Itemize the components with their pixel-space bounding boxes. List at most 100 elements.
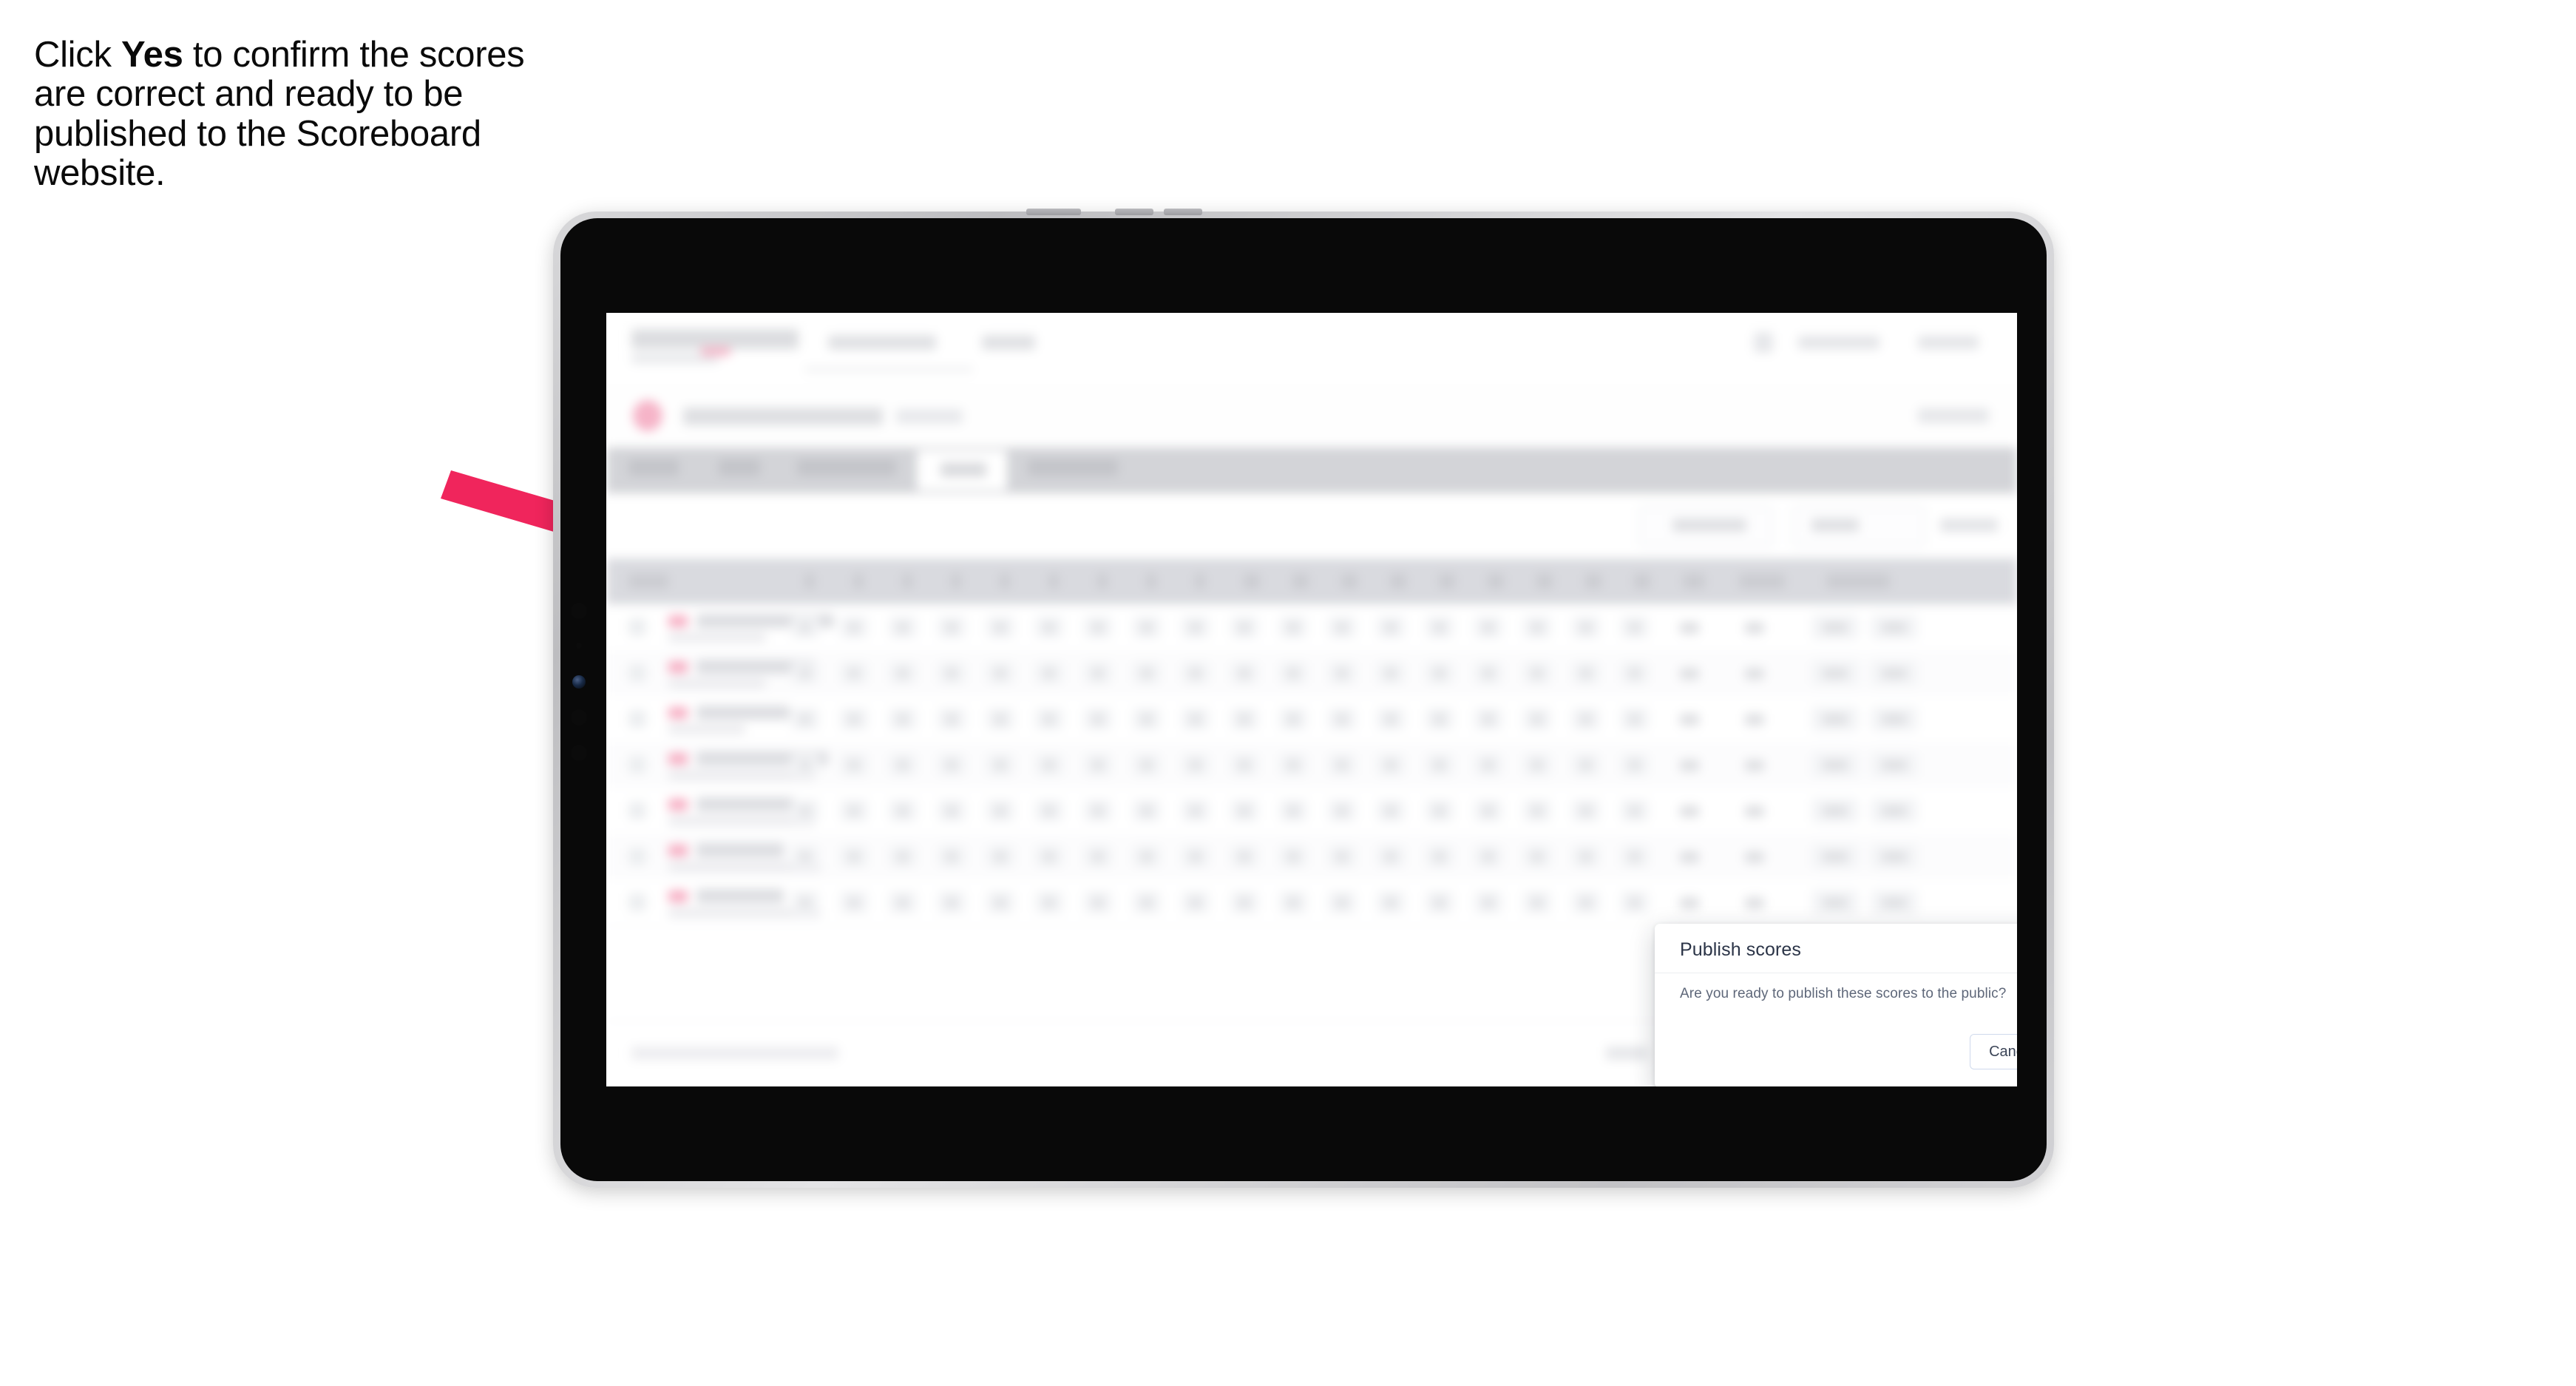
column-player (628, 574, 668, 589)
row-checkbox[interactable] (628, 893, 646, 911)
nav-item-sign-out[interactable] (1918, 336, 1979, 349)
tab-results-label (940, 462, 986, 477)
tab-details[interactable] (628, 459, 679, 476)
publish-scores-dialog: Publish scores ✕ Are you ready to publis… (1655, 924, 2017, 1086)
player-team (668, 678, 766, 689)
column-12 (1341, 574, 1358, 589)
row-total (1745, 668, 1764, 680)
mic-dot (571, 709, 587, 726)
event-bar (606, 384, 2017, 447)
table-row[interactable] (606, 834, 2017, 880)
player-name (696, 706, 790, 720)
player-name (696, 797, 794, 811)
mic-dot-2 (571, 745, 587, 761)
nav-item-tools[interactable] (982, 335, 1035, 350)
nav-item-scoreboard[interactable] (828, 335, 936, 350)
row-out (1680, 622, 1699, 634)
row-total (1745, 805, 1764, 817)
filter-bar (606, 493, 2017, 558)
column-16 (1536, 574, 1553, 589)
logo-accent (701, 347, 731, 356)
power-button (1026, 209, 1081, 215)
instruction-text: Click Yes to confirm the scores are corr… (34, 35, 552, 194)
event-badge (896, 409, 963, 424)
column-8 (1146, 574, 1156, 589)
table-row[interactable] (606, 788, 2017, 834)
column-1 (804, 574, 815, 589)
tablet-bezel: Publish scores ✕ Are you ready to publis… (560, 218, 2047, 1181)
table-row[interactable] (606, 696, 2017, 743)
column-status (1826, 574, 1890, 589)
player-name (696, 843, 784, 857)
table-header (606, 558, 2017, 604)
flag-icon (668, 845, 688, 856)
table-row[interactable] (606, 604, 2017, 651)
player-name (696, 889, 784, 903)
instruction-part-1: Click (34, 35, 121, 75)
tab-draw[interactable] (719, 459, 760, 476)
event-logo (633, 400, 662, 431)
volume-down-button (1164, 209, 1202, 215)
column-out (1683, 574, 1705, 589)
table-row[interactable] (606, 742, 2017, 788)
app-logo (631, 329, 799, 363)
column-total (1739, 574, 1785, 589)
row-checkbox[interactable] (628, 664, 646, 682)
flag-icon (668, 615, 688, 627)
table-row[interactable] (606, 650, 2017, 697)
column-15 (1488, 574, 1504, 589)
column-2 (853, 574, 864, 589)
row-checkbox[interactable] (628, 618, 646, 636)
row-out (1680, 714, 1699, 726)
nav-item-my-profile[interactable] (1798, 336, 1880, 349)
row-out (1680, 805, 1699, 817)
row-checkbox[interactable] (628, 756, 646, 774)
row-checkbox[interactable] (628, 802, 646, 819)
speaker-dot (571, 603, 587, 619)
filter-round-label (1811, 518, 1859, 532)
flag-icon (668, 661, 688, 673)
column-17 (1585, 574, 1601, 589)
help-icon[interactable] (1754, 332, 1773, 353)
flag-icon (668, 799, 688, 811)
event-title (683, 408, 883, 425)
column-7 (1097, 574, 1108, 589)
filter-divisions-label (1672, 518, 1746, 532)
dialog-actions: Cancel Yes (1970, 1033, 2017, 1070)
row-total (1745, 714, 1764, 726)
event-status (1918, 408, 1989, 423)
flag-icon (668, 890, 688, 902)
row-checkbox[interactable] (628, 710, 646, 728)
tab-upload-scores[interactable] (797, 459, 896, 476)
flag-icon (668, 707, 688, 719)
column-11 (1292, 574, 1309, 589)
tab-leaderboard[interactable] (1028, 459, 1118, 476)
flag-icon (668, 753, 688, 765)
dialog-header: Publish scores ✕ (1655, 924, 2017, 973)
tablet-device: Publish scores ✕ Are you ready to publis… (553, 209, 2054, 1188)
row-out (1680, 668, 1699, 680)
row-total (1745, 851, 1764, 863)
row-total (1745, 760, 1764, 771)
tablet-screen: Publish scores ✕ Are you ready to publis… (606, 313, 2017, 1086)
dialog-body-text: Are you ready to publish these scores to… (1680, 986, 2007, 1001)
row-out (1680, 897, 1699, 909)
tab-bar (606, 447, 2017, 493)
instruction-emphasis: Yes (121, 35, 183, 75)
column-6 (1048, 574, 1059, 589)
table-row[interactable] (606, 879, 2017, 926)
front-camera (572, 675, 586, 689)
footer-status-text (631, 1047, 838, 1060)
column-14 (1439, 574, 1455, 589)
player-team (668, 632, 766, 643)
column-3 (902, 574, 912, 589)
cancel-button[interactable]: Cancel (1970, 1034, 2017, 1069)
volume-button (1115, 209, 1153, 215)
row-out (1680, 851, 1699, 863)
column-5 (1000, 574, 1010, 589)
footer-cancel-link[interactable] (1606, 1047, 1647, 1060)
filter-sort-label[interactable] (1940, 518, 1998, 532)
nav-active-underline (804, 368, 973, 371)
app-header (606, 313, 2017, 384)
row-checkbox[interactable] (628, 848, 646, 865)
